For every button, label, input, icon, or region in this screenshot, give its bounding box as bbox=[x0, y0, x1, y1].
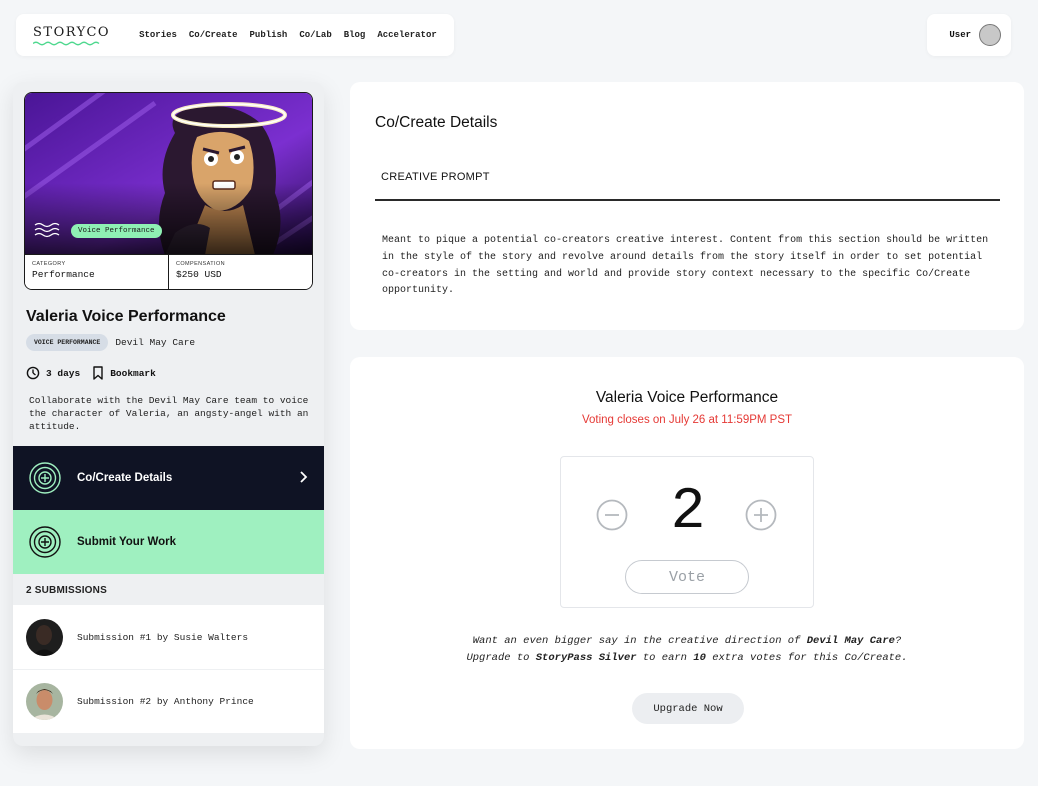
bookmark-icon bbox=[93, 366, 103, 380]
upsell-story-name: Devil May Care bbox=[806, 635, 895, 647]
category-label: CATEGORY bbox=[32, 261, 66, 267]
storyco-mark-icon bbox=[34, 222, 60, 238]
submit-label: Submit Your Work bbox=[77, 536, 177, 548]
tag-row: VOICE PERFORMANCE Devil May Care bbox=[26, 334, 195, 351]
nav-link-colab[interactable]: Co/Lab bbox=[299, 30, 331, 40]
nav-link-publish[interactable]: Publish bbox=[250, 30, 288, 40]
vote-count: 2 bbox=[670, 480, 706, 545]
category-cell: CATEGORY Performance bbox=[25, 255, 168, 289]
details-title: Co/Create Details bbox=[375, 114, 498, 131]
upsell-line-1: Want an even bigger say in the creative … bbox=[350, 633, 1024, 650]
submission-avatar-2 bbox=[26, 683, 63, 720]
chevron-right-icon bbox=[300, 471, 308, 483]
upsell-line-2: Upgrade to StoryPass Silver to earn 10 e… bbox=[350, 650, 1024, 667]
category-badge: Voice Performance bbox=[71, 224, 162, 238]
decrement-vote-icon[interactable] bbox=[596, 499, 628, 531]
duration-value: 3 days bbox=[46, 367, 81, 379]
nav-link-accelerator[interactable]: Accelerator bbox=[377, 30, 436, 40]
submission-row-1[interactable]: Submission #1 by Susie Walters bbox=[13, 605, 324, 669]
storyco-logo[interactable]: STORYCO bbox=[33, 25, 110, 46]
hero-illustration bbox=[25, 93, 312, 255]
cocreate-title: Valeria Voice Performance bbox=[26, 308, 226, 325]
nav-links: Stories Co/Create Publish Co/Lab Blog Ac… bbox=[139, 30, 437, 40]
upsell-text: extra votes for this Co/Create. bbox=[705, 652, 908, 664]
submit-work-button[interactable]: Submit Your Work bbox=[13, 510, 324, 574]
user-menu[interactable]: User bbox=[927, 14, 1011, 56]
story-name[interactable]: Devil May Care bbox=[115, 337, 195, 348]
cocreate-details-button[interactable]: Co/Create Details bbox=[13, 446, 324, 510]
upsell-text: Upgrade to bbox=[466, 652, 536, 664]
user-avatar[interactable] bbox=[979, 24, 1001, 46]
category-value: Performance bbox=[32, 269, 95, 280]
timer-icon bbox=[26, 366, 40, 380]
cocreate-card: Voice Performance CATEGORY Performance C… bbox=[13, 82, 324, 746]
compensation-cell: COMPENSATION $250 USD bbox=[168, 255, 312, 289]
hero-card: Voice Performance CATEGORY Performance C… bbox=[24, 92, 313, 290]
vote-title: Valeria Voice Performance bbox=[595, 389, 779, 406]
submissions-header: 2 SUBMISSIONS bbox=[26, 585, 107, 596]
hero-meta: CATEGORY Performance COMPENSATION $250 U… bbox=[25, 254, 312, 289]
type-tag[interactable]: VOICE PERFORMANCE bbox=[26, 334, 109, 351]
tab-underline bbox=[375, 199, 1000, 201]
compensation-value: $250 USD bbox=[176, 269, 222, 280]
submission-label-1: Submission #1 by Susie Walters bbox=[77, 631, 249, 643]
submission-row-2[interactable]: Submission #2 by Anthony Prince bbox=[13, 669, 324, 733]
vote-button[interactable]: Vote bbox=[625, 560, 749, 594]
increment-vote-icon[interactable] bbox=[745, 499, 777, 531]
logo-text: STORYCO bbox=[33, 24, 111, 40]
creative-prompt-text: Meant to pique a potential co-creators c… bbox=[382, 235, 989, 297]
upgrade-now-button[interactable]: Upgrade Now bbox=[632, 693, 744, 724]
upsell-text: ? bbox=[894, 635, 902, 647]
top-nav: STORYCO Stories Co/Create Publish Co/Lab… bbox=[16, 14, 454, 56]
upsell-text: to earn bbox=[636, 652, 694, 664]
details-icon bbox=[29, 462, 61, 494]
duration: 3 days bbox=[26, 366, 80, 380]
bookmark-label: Bookmark bbox=[110, 367, 156, 379]
user-label: User bbox=[949, 30, 971, 40]
compensation-label: COMPENSATION bbox=[176, 261, 226, 267]
upsell-vote-count: 10 bbox=[693, 652, 706, 664]
vote-stepper: 2 Vote bbox=[560, 456, 814, 608]
voting-deadline: Voting closes on July 26 at 11:59PM PST bbox=[581, 414, 793, 426]
submit-icon bbox=[29, 526, 61, 558]
upsell-plan-name: StoryPass Silver bbox=[535, 652, 637, 664]
upgrade-message: Want an even bigger say in the creative … bbox=[350, 633, 1024, 667]
vote-panel: Valeria Voice Performance Voting closes … bbox=[350, 357, 1024, 749]
tab-creative-prompt[interactable]: CREATIVE PROMPT bbox=[381, 171, 490, 183]
cocreate-description: Collaborate with the Devil May Care team… bbox=[29, 395, 309, 432]
meta-row: 3 days Bookmark bbox=[26, 366, 156, 380]
upsell-text: Want an even bigger say in the creative … bbox=[472, 635, 807, 647]
bookmark-button[interactable]: Bookmark bbox=[92, 366, 156, 380]
details-panel: Co/Create Details CREATIVE PROMPT Meant … bbox=[350, 82, 1024, 330]
submission-label-2: Submission #2 by Anthony Prince bbox=[77, 696, 254, 707]
details-label: Co/Create Details bbox=[77, 472, 173, 484]
nav-link-cocreate[interactable]: Co/Create bbox=[189, 30, 238, 40]
nav-link-blog[interactable]: Blog bbox=[344, 30, 366, 40]
submission-avatar-1 bbox=[26, 618, 63, 656]
nav-link-stories[interactable]: Stories bbox=[139, 30, 177, 40]
logo-wave-icon bbox=[33, 41, 100, 45]
